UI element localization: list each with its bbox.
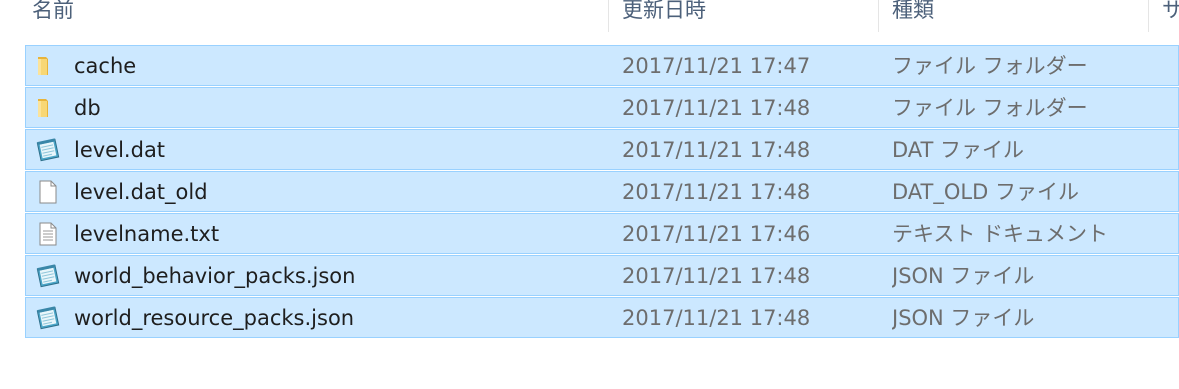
file-row[interactable]: world_behavior_packs.json 2017/11/21 17:4… bbox=[25, 255, 1179, 296]
column-header-name[interactable]: 名前 bbox=[24, 0, 608, 32]
file-name: world_behavior_packs.json bbox=[74, 264, 356, 288]
file-date-modified: 2017/11/21 17:48 bbox=[622, 180, 811, 204]
notepad-file-icon bbox=[35, 263, 61, 289]
column-header-bar: 名前 更新日時 種類 サ bbox=[0, 0, 1179, 32]
file-name: world_resource_packs.json bbox=[74, 306, 355, 330]
file-row[interactable]: db 2017/11/21 17:48 ファイル フォルダー bbox=[25, 87, 1179, 128]
column-header-date-modified[interactable]: 更新日時 bbox=[608, 0, 878, 32]
file-list: cache 2017/11/21 17:47 ファイル フォルダー db 2017/11… bbox=[25, 45, 1179, 339]
file-date-modified: 2017/11/21 17:48 bbox=[622, 96, 811, 120]
file-name: db bbox=[74, 96, 101, 120]
file-name: level.dat_old bbox=[74, 180, 208, 204]
file-type: テキスト ドキュメント bbox=[892, 222, 1109, 246]
file-type: DAT ファイル bbox=[892, 138, 1025, 162]
blank-file-icon bbox=[35, 179, 61, 205]
file-type: ファイル フォルダー bbox=[892, 96, 1088, 120]
file-type: JSON ファイル bbox=[892, 306, 1035, 330]
file-name: levelname.txt bbox=[74, 222, 220, 246]
file-row[interactable]: level.dat_old 2017/11/21 17:48 DAT_OLD ファイ… bbox=[25, 171, 1179, 212]
file-date-modified: 2017/11/21 17:48 bbox=[622, 264, 811, 288]
file-row[interactable]: cache 2017/11/21 17:47 ファイル フォルダー bbox=[25, 45, 1179, 86]
file-type: ファイル フォルダー bbox=[892, 54, 1088, 78]
file-name: level.dat bbox=[74, 138, 166, 162]
file-row[interactable]: world_resource_packs.json 2017/11/21 17:4… bbox=[25, 297, 1179, 338]
column-header-type[interactable]: 種類 bbox=[878, 0, 1148, 32]
file-row[interactable]: level.dat 2017/11/21 17:48 DAT ファイル bbox=[25, 129, 1179, 170]
notepad-file-icon bbox=[35, 305, 61, 331]
file-row[interactable]: levelname.txt 2017/11/21 17:46 テキスト ドキュメント bbox=[25, 213, 1179, 254]
file-name: cache bbox=[74, 54, 137, 78]
text-file-icon bbox=[35, 221, 61, 247]
file-date-modified: 2017/11/21 17:47 bbox=[622, 54, 811, 78]
file-type: DAT_OLD ファイル bbox=[892, 180, 1079, 204]
file-type: JSON ファイル bbox=[892, 264, 1035, 288]
notepad-file-icon bbox=[35, 137, 61, 163]
file-date-modified: 2017/11/21 17:48 bbox=[622, 138, 811, 162]
file-date-modified: 2017/11/21 17:46 bbox=[622, 222, 811, 246]
folder-icon bbox=[35, 95, 61, 121]
column-header-size[interactable]: サ bbox=[1148, 0, 1179, 32]
file-date-modified: 2017/11/21 17:48 bbox=[622, 306, 811, 330]
folder-icon bbox=[35, 53, 61, 79]
